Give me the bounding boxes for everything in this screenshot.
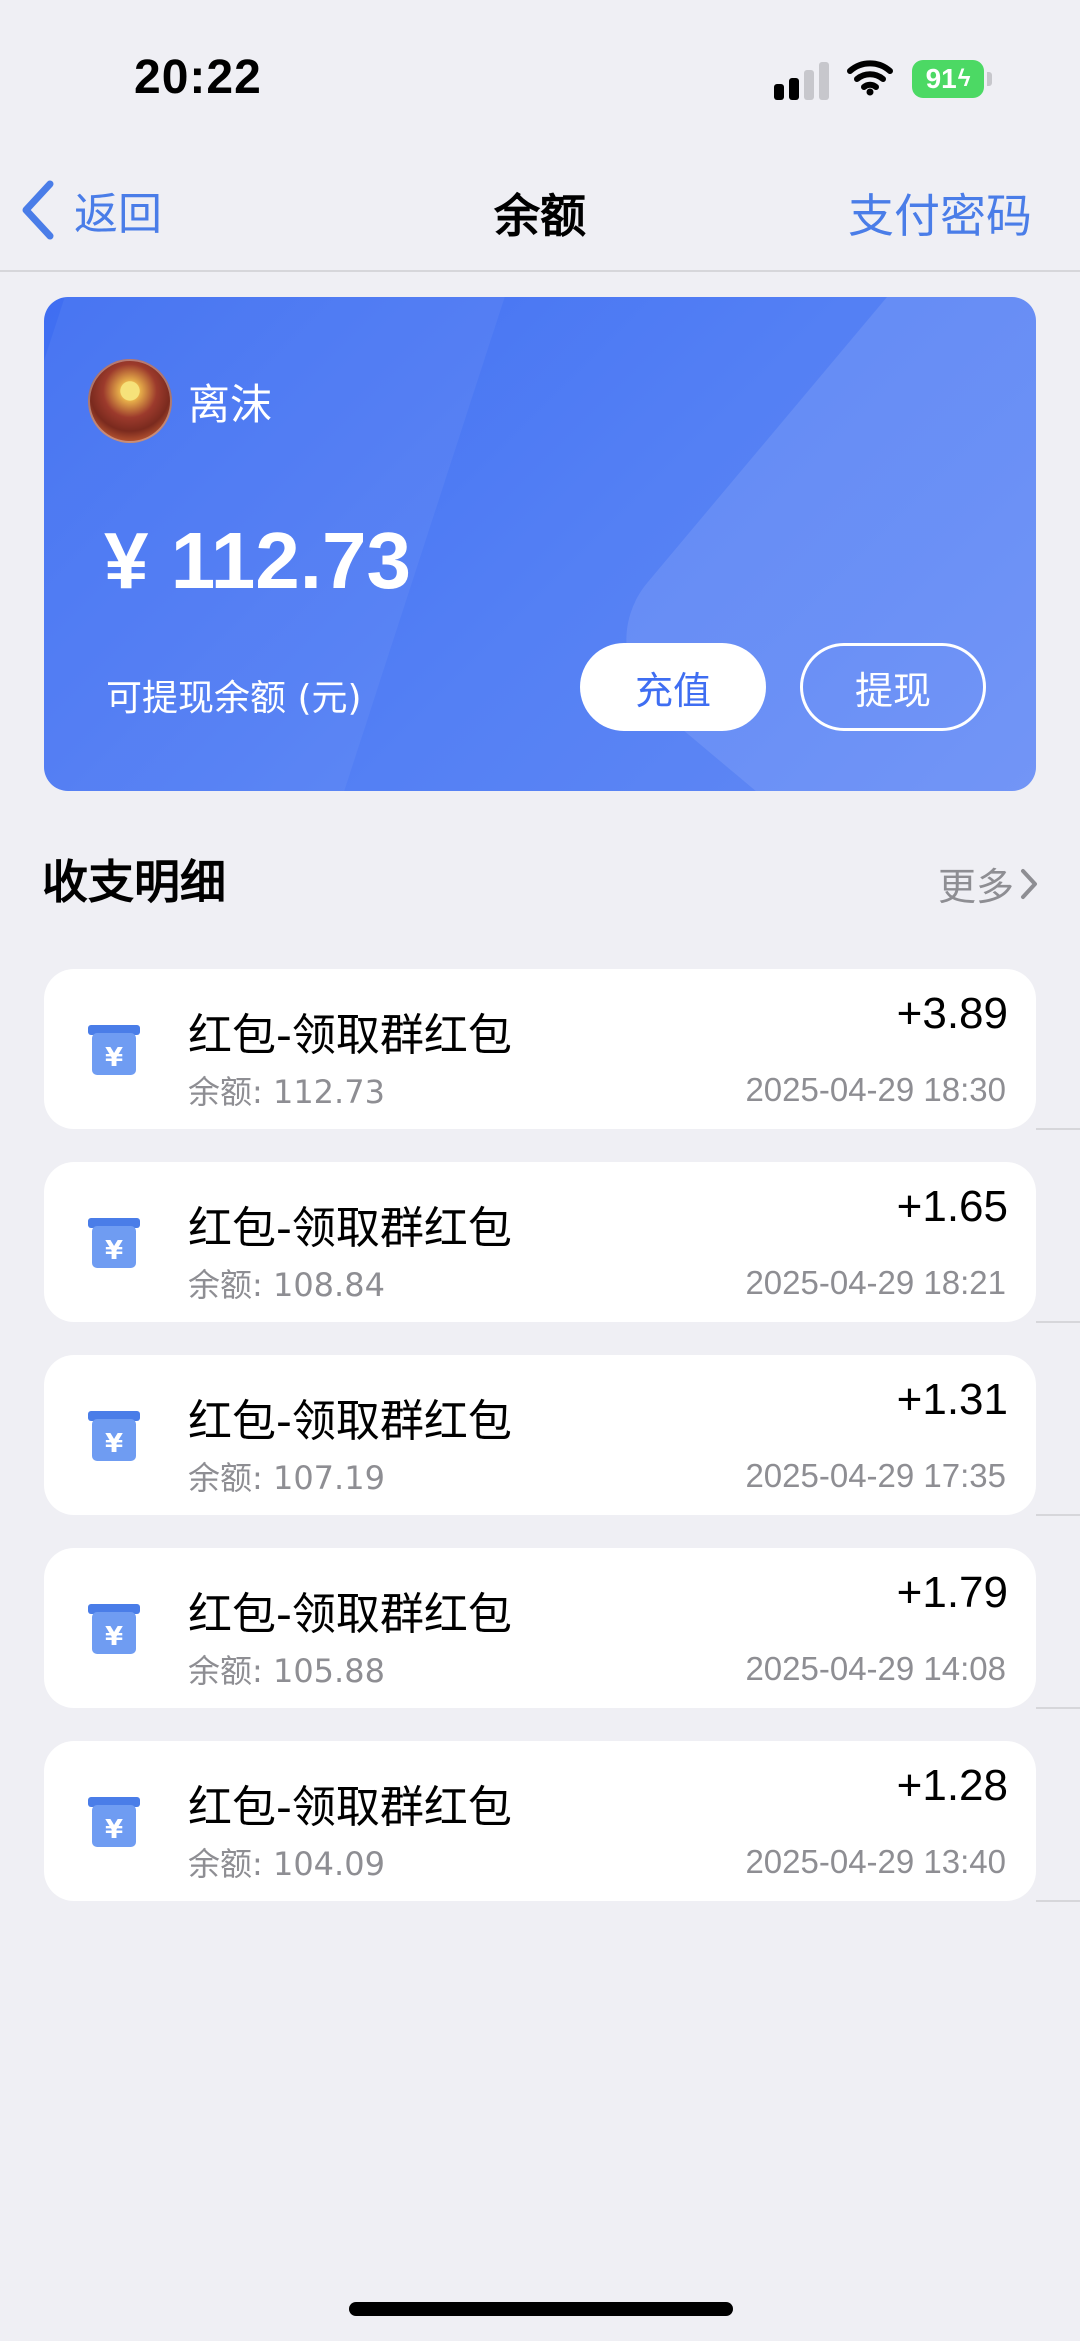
transaction-balance: 余额: 108.84 bbox=[188, 1266, 385, 1304]
transaction-row[interactable]: ¥ 红包-领取群红包余额: 105.88 +1.79 2025-04-29 14:08 bbox=[44, 1548, 1036, 1708]
chevron-right-icon bbox=[1021, 868, 1037, 899]
wallet-yen-icon: ¥ bbox=[86, 1793, 142, 1851]
status-bar: 20:22 91 ϟ bbox=[0, 0, 1080, 150]
withdraw-button[interactable]: 提现 bbox=[800, 643, 986, 731]
transaction-time: 2025-04-29 18:21 bbox=[745, 1264, 1006, 1301]
transaction-balance: 余额: 107.19 bbox=[188, 1459, 385, 1497]
wallet-yen-icon: ¥ bbox=[86, 1214, 142, 1272]
transaction-time: 2025-04-29 14:08 bbox=[745, 1650, 1006, 1687]
wallet-yen-icon: ¥ bbox=[86, 1407, 142, 1465]
transaction-amount: +1.28 bbox=[896, 1761, 1008, 1810]
wifi-icon bbox=[847, 60, 893, 96]
transaction-amount: +3.89 bbox=[896, 989, 1008, 1038]
transaction-row[interactable]: ¥ 红包-领取群红包余额: 104.09 +1.28 2025-04-29 13:40 bbox=[44, 1741, 1036, 1901]
transaction-row[interactable]: ¥ 红包-领取群红包余额: 107.19 +1.31 2025-04-29 17:35 bbox=[44, 1355, 1036, 1515]
username: 离沫 bbox=[188, 380, 273, 429]
transaction-balance: 余额: 112.73 bbox=[188, 1073, 385, 1111]
transaction-row[interactable]: ¥ 红包-领取群红包余额: 108.84 +1.65 2025-04-29 18:21 bbox=[44, 1162, 1036, 1322]
charging-bolt-icon: ϟ bbox=[957, 65, 971, 92]
svg-text:¥: ¥ bbox=[105, 1815, 123, 1845]
transaction-time: 2025-04-29 18:30 bbox=[745, 1071, 1006, 1108]
more-button[interactable]: 更多 bbox=[938, 856, 1040, 911]
transaction-balance: 余额: 105.88 bbox=[188, 1652, 385, 1690]
transaction-time: 2025-04-29 13:40 bbox=[745, 1843, 1006, 1880]
transaction-title: 红包-领取群红包 bbox=[188, 1010, 512, 1061]
transaction-amount: +1.31 bbox=[896, 1375, 1008, 1424]
signal-icon bbox=[774, 60, 830, 100]
transaction-title: 红包-领取群红包 bbox=[188, 1203, 512, 1254]
avatar[interactable] bbox=[88, 359, 172, 443]
battery-tip bbox=[987, 72, 992, 86]
svg-text:¥: ¥ bbox=[105, 1429, 123, 1459]
withdrawable-balance-label: 可提现余额 (元) bbox=[106, 678, 362, 719]
battery-icon: 91 ϟ bbox=[912, 60, 984, 98]
wallet-yen-icon: ¥ bbox=[86, 1600, 142, 1658]
transaction-row[interactable]: ¥ 红包-领取群红包余额: 112.73 +3.89 2025-04-29 18:30 bbox=[44, 969, 1036, 1129]
balance-page: 20:22 91 ϟ 返回 余额 支付密码 离沫 ¥ 112.73 可提现余额 … bbox=[0, 0, 1080, 2341]
transaction-balance: 余额: 104.09 bbox=[188, 1845, 385, 1883]
recharge-button[interactable]: 充值 bbox=[580, 643, 766, 731]
transaction-title: 红包-领取群红包 bbox=[188, 1782, 512, 1833]
transaction-time: 2025-04-29 17:35 bbox=[745, 1457, 1006, 1494]
transactions-heading: 收支明细 bbox=[42, 855, 226, 909]
row-divider bbox=[1036, 1128, 1080, 1130]
svg-text:¥: ¥ bbox=[105, 1622, 123, 1652]
row-divider bbox=[1036, 1707, 1080, 1709]
status-time: 20:22 bbox=[134, 51, 262, 104]
transaction-title: 红包-领取群红包 bbox=[188, 1589, 512, 1640]
transaction-title: 红包-领取群红包 bbox=[188, 1396, 512, 1447]
balance-card: 离沫 ¥ 112.73 可提现余额 (元) 充值 提现 bbox=[44, 297, 1036, 791]
transaction-amount: +1.65 bbox=[896, 1182, 1008, 1231]
payment-password-button[interactable]: 支付密码 bbox=[848, 180, 1032, 246]
balance-amount: ¥ 112.73 bbox=[104, 516, 411, 605]
svg-text:¥: ¥ bbox=[105, 1236, 123, 1266]
wallet-yen-icon: ¥ bbox=[86, 1021, 142, 1079]
row-divider bbox=[1036, 1321, 1080, 1323]
row-divider bbox=[1036, 1514, 1080, 1516]
transaction-amount: +1.79 bbox=[896, 1568, 1008, 1617]
home-indicator[interactable] bbox=[349, 2302, 733, 2316]
svg-text:¥: ¥ bbox=[105, 1043, 123, 1073]
more-label: 更多 bbox=[937, 865, 1014, 909]
row-divider bbox=[1036, 1900, 1080, 1902]
battery-level: 91 bbox=[925, 63, 957, 94]
nav-bar: 返回 余额 支付密码 bbox=[0, 150, 1080, 272]
